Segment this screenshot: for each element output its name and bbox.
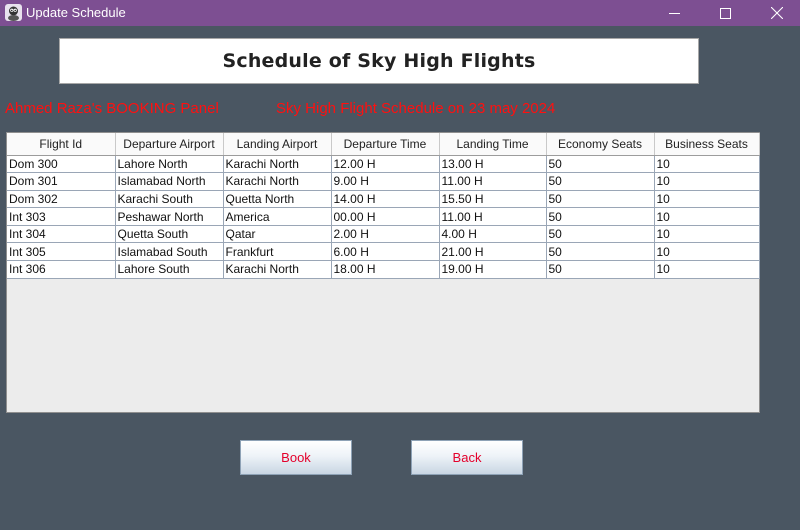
table-cell[interactable]: 10 bbox=[654, 190, 760, 209]
table-row[interactable]: Dom 301 Islamabad North Karachi North 9.… bbox=[7, 172, 760, 191]
table-row[interactable]: Int 305 Islamabad South Frankfurt 6.00 H… bbox=[7, 242, 760, 262]
column-header[interactable]: Landing Airport bbox=[223, 133, 332, 156]
table-cell[interactable]: 10 bbox=[654, 172, 760, 191]
table-row[interactable]: Int 306 Lahore South Karachi North 18.00… bbox=[7, 260, 760, 279]
column-header[interactable]: Departure Time bbox=[331, 133, 440, 156]
table-cell[interactable]: 12.00 H bbox=[331, 155, 440, 174]
table-cell[interactable]: 50 bbox=[546, 260, 655, 279]
table-cell[interactable]: Karachi South bbox=[115, 190, 224, 209]
minimize-button[interactable] bbox=[651, 0, 697, 26]
table-cell[interactable]: Qatar bbox=[223, 225, 332, 244]
table-cell[interactable]: Int 305 bbox=[7, 242, 116, 262]
table-cell[interactable]: 50 bbox=[546, 172, 655, 191]
window-title: Update Schedule bbox=[26, 5, 126, 20]
table-cell[interactable]: Quetta South bbox=[115, 225, 224, 244]
back-button[interactable]: Back bbox=[411, 440, 523, 475]
table-cell[interactable]: 6.00 H bbox=[331, 242, 440, 262]
table-cell[interactable]: 2.00 H bbox=[331, 225, 440, 244]
table-cell[interactable]: 4.00 H bbox=[439, 225, 547, 244]
table-cell[interactable]: Lahore South bbox=[115, 260, 224, 279]
title-bar: Update Schedule bbox=[0, 0, 800, 26]
maximize-button[interactable] bbox=[702, 0, 748, 26]
table-cell[interactable]: Int 306 bbox=[7, 260, 116, 279]
table-cell[interactable]: 10 bbox=[654, 225, 760, 244]
table-cell[interactable]: 21.00 H bbox=[439, 242, 547, 262]
column-header[interactable]: Departure Airport bbox=[115, 133, 224, 156]
book-button[interactable]: Book bbox=[240, 440, 352, 475]
column-header[interactable]: Flight Id bbox=[7, 133, 116, 156]
table-cell[interactable]: Int 303 bbox=[7, 207, 116, 226]
page-title: Schedule of Sky High Flights bbox=[222, 50, 536, 72]
table-cell[interactable]: 18.00 H bbox=[331, 260, 440, 279]
table-cell[interactable]: 14.00 H bbox=[331, 190, 440, 209]
table-cell[interactable]: 10 bbox=[654, 155, 760, 174]
column-header[interactable]: Economy Seats bbox=[546, 133, 655, 156]
table-cell[interactable]: Dom 300 bbox=[7, 155, 116, 174]
maximize-icon bbox=[719, 7, 731, 19]
table-header-row: Flight Id Departure Airport Landing Airp… bbox=[7, 133, 760, 156]
close-icon bbox=[771, 7, 783, 19]
table-cell[interactable]: Peshawar North bbox=[115, 207, 224, 226]
table-cell[interactable]: Islamabad North bbox=[115, 172, 224, 191]
java-duke-icon bbox=[5, 4, 22, 21]
table-cell[interactable]: Karachi North bbox=[223, 260, 332, 279]
table-cell[interactable]: Karachi North bbox=[223, 172, 332, 191]
table-cell[interactable]: 11.00 H bbox=[439, 172, 547, 191]
table-cell[interactable]: Int 304 bbox=[7, 225, 116, 244]
table-cell[interactable]: 50 bbox=[546, 225, 655, 244]
table-cell[interactable]: 11.00 H bbox=[439, 207, 547, 226]
table-cell[interactable]: 50 bbox=[546, 190, 655, 209]
table-cell[interactable]: Karachi North bbox=[223, 155, 332, 174]
table-cell[interactable]: 00.00 H bbox=[331, 207, 440, 226]
table-cell[interactable]: 50 bbox=[546, 242, 655, 262]
schedule-date-label: Sky High Flight Schedule on 23 may 2024 bbox=[276, 100, 556, 117]
table-cell[interactable]: 9.00 H bbox=[331, 172, 440, 191]
minimize-icon bbox=[668, 8, 680, 19]
table-cell[interactable]: 10 bbox=[654, 207, 760, 226]
table-cell[interactable]: 19.00 H bbox=[439, 260, 547, 279]
heading-panel: Schedule of Sky High Flights bbox=[59, 38, 699, 84]
table-cell[interactable]: Dom 302 bbox=[7, 190, 116, 209]
table-row[interactable]: Dom 300 Lahore North Karachi North 12.00… bbox=[7, 155, 760, 174]
table-cell[interactable]: 50 bbox=[546, 207, 655, 226]
booking-panel-label: Ahmed Raza's BOOKING Panel bbox=[5, 100, 219, 117]
column-header[interactable]: Business Seats bbox=[654, 133, 760, 156]
table-cell[interactable]: Quetta North bbox=[223, 190, 332, 209]
table-cell[interactable]: 10 bbox=[654, 260, 760, 279]
table-cell[interactable]: 13.00 H bbox=[439, 155, 547, 174]
table-cell[interactable]: Frankfurt bbox=[223, 242, 332, 262]
table-cell[interactable]: Dom 301 bbox=[7, 172, 116, 191]
column-header[interactable]: Landing Time bbox=[439, 133, 547, 156]
table-cell[interactable]: 15.50 H bbox=[439, 190, 547, 209]
table-cell[interactable]: America bbox=[223, 207, 332, 226]
table-row[interactable]: Int 304 Quetta South Qatar 2.00 H 4.00 H… bbox=[7, 225, 760, 244]
table-cell[interactable]: Lahore North bbox=[115, 155, 224, 174]
schedule-table[interactable]: Flight Id Departure Airport Landing Airp… bbox=[6, 132, 760, 413]
table-row[interactable]: Dom 302 Karachi South Quetta North 14.00… bbox=[7, 190, 760, 209]
table-cell[interactable]: Islamabad South bbox=[115, 242, 224, 262]
table-cell[interactable]: 10 bbox=[654, 242, 760, 262]
close-button[interactable] bbox=[754, 0, 800, 26]
table-cell[interactable]: 50 bbox=[546, 155, 655, 174]
table-row[interactable]: Int 303 Peshawar North America 00.00 H 1… bbox=[7, 207, 760, 226]
